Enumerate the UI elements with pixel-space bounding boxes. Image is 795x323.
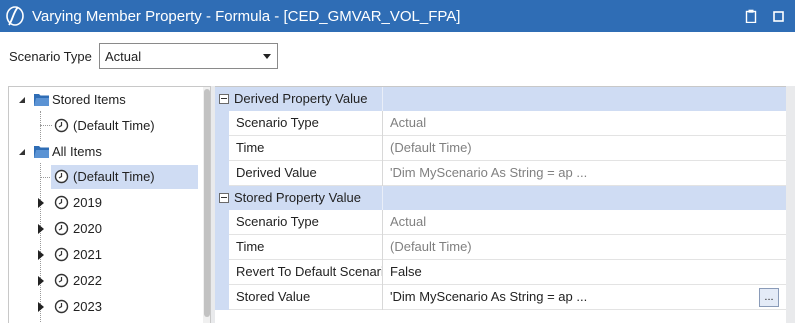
tree-node-label: 2019 [73, 195, 102, 210]
tree-node-default-time[interactable]: (Default Time) [54, 114, 202, 138]
clock-icon [54, 195, 69, 213]
clock-icon [54, 273, 69, 291]
tree-node-label: 2023 [73, 299, 102, 314]
tree-node-2019[interactable]: 2019 [36, 191, 202, 215]
tree-connector [40, 111, 41, 141]
property-name: Revert To Default Scenario Type [229, 260, 382, 285]
expand-arrow-icon[interactable] [36, 302, 46, 312]
onestream-logo-icon [0, 0, 30, 32]
tree-node-label: (Default Time) [73, 169, 155, 184]
tree-connector [40, 125, 52, 126]
tree-scrollbar[interactable] [203, 87, 210, 323]
property-value[interactable]: Actual [383, 111, 786, 136]
tree-node-2020[interactable]: 2020 [36, 217, 202, 241]
property-name: Time [229, 136, 382, 161]
scenario-type-label: Scenario Type [9, 48, 92, 64]
expand-arrow-icon[interactable] [36, 198, 46, 208]
tree-node-label: (Default Time) [73, 118, 155, 133]
property-row[interactable]: Derived Value 'Dim MyScenario As String … [215, 161, 786, 186]
property-value[interactable]: (Default Time) [383, 235, 786, 260]
chevron-down-icon [263, 54, 271, 59]
property-row[interactable]: Revert To Default Scenario Type False [215, 260, 786, 285]
tree-node-stored-items[interactable]: Stored Items [17, 88, 202, 112]
property-value[interactable]: 'Dim MyScenario As String = ap ... [383, 285, 786, 310]
tree-node-label: 2021 [73, 247, 102, 262]
tree-node-2022[interactable]: 2022 [36, 269, 202, 293]
property-name: Derived Value [229, 161, 382, 186]
row-gutter [215, 260, 229, 285]
tree-node-all-items[interactable]: All Items [17, 140, 202, 164]
clock-icon [54, 169, 69, 187]
tree-node-default-time-selected[interactable]: (Default Time) [51, 165, 198, 189]
folder-icon [33, 92, 50, 110]
column-divider [382, 87, 383, 111]
edit-formula-button[interactable]: ... [759, 288, 779, 307]
tree-node-label: All Items [52, 144, 102, 159]
title-bar: Varying Member Property - Formula - [CED… [0, 0, 795, 32]
property-name: Stored Value [229, 285, 382, 310]
collapse-arrow-icon[interactable] [17, 147, 27, 157]
scenario-type-value: Actual [105, 48, 142, 64]
property-name: Scenario Type [229, 111, 382, 136]
column-divider [382, 186, 383, 210]
row-gutter [215, 111, 229, 136]
clipboard-icon[interactable] [743, 8, 759, 24]
property-row[interactable]: Scenario Type Actual [215, 210, 786, 235]
tree-node-label: 2022 [73, 273, 102, 288]
property-value[interactable]: 'Dim MyScenario As String = ap ... [383, 161, 786, 186]
row-gutter [215, 161, 229, 186]
property-row[interactable]: Time (Default Time) [215, 136, 786, 161]
property-value[interactable]: (Default Time) [383, 136, 786, 161]
property-row[interactable]: Scenario Type Actual [215, 111, 786, 136]
row-gutter [215, 136, 229, 161]
tree-node-2023[interactable]: 2023 [36, 295, 202, 319]
clock-icon [54, 118, 69, 136]
clock-icon [54, 221, 69, 239]
time-tree-panel: Stored Items (Default Time) All Items (D… [8, 86, 211, 323]
property-grid: Derived Property Value Scenario Type Act… [215, 86, 786, 323]
property-row[interactable]: Stored Value 'Dim MyScenario As String =… [215, 285, 786, 310]
property-value[interactable]: Actual [383, 210, 786, 235]
category-title: Stored Property Value [234, 190, 361, 205]
clock-icon [54, 299, 69, 317]
collapse-minus-icon[interactable] [219, 94, 229, 104]
grid-scrollbar[interactable] [786, 86, 795, 323]
expand-arrow-icon[interactable] [36, 224, 46, 234]
row-gutter [215, 285, 229, 310]
property-value[interactable]: False [383, 260, 786, 285]
clock-icon [54, 247, 69, 265]
folder-icon [33, 144, 50, 162]
property-row[interactable]: Time (Default Time) [215, 235, 786, 260]
property-name: Scenario Type [229, 210, 382, 235]
scenario-type-dropdown[interactable]: Actual [99, 43, 278, 69]
collapse-arrow-icon[interactable] [17, 95, 27, 105]
tree-node-2021[interactable]: 2021 [36, 243, 202, 267]
tree-node-label: 2020 [73, 221, 102, 236]
category-derived-property-value[interactable]: Derived Property Value [215, 87, 786, 111]
scenario-type-row: Scenario Type Actual [9, 43, 278, 69]
collapse-minus-icon[interactable] [219, 193, 229, 203]
row-gutter [215, 210, 229, 235]
tree-node-label: Stored Items [52, 92, 126, 107]
expand-arrow-icon[interactable] [36, 250, 46, 260]
expand-arrow-icon[interactable] [36, 276, 46, 286]
property-name: Time [229, 235, 382, 260]
category-title: Derived Property Value [234, 91, 368, 106]
row-gutter [215, 235, 229, 260]
tree-scrollbar-thumb[interactable] [204, 89, 210, 317]
window-title: Varying Member Property - Formula - [CED… [32, 7, 461, 25]
maximize-icon[interactable] [770, 8, 786, 24]
category-stored-property-value[interactable]: Stored Property Value [215, 186, 786, 210]
